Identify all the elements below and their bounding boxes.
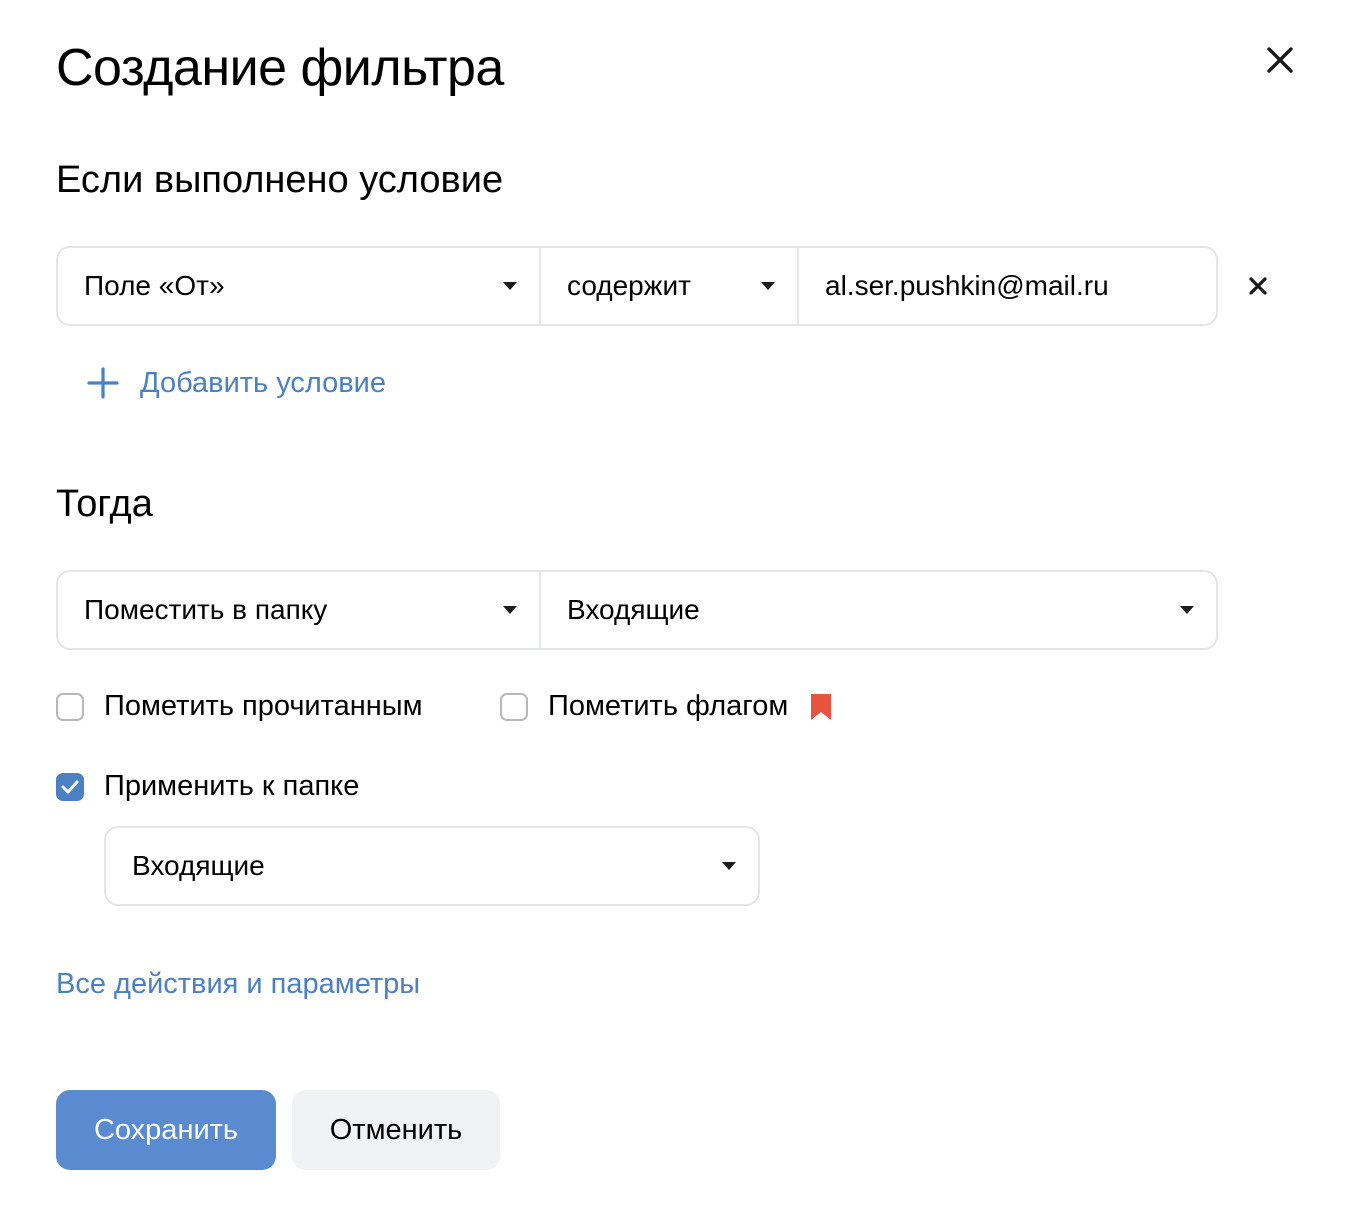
- flag-icon: [811, 693, 832, 720]
- flag-checkbox[interactable]: Пометить флагом: [500, 690, 832, 723]
- checkbox-box[interactable]: [500, 692, 528, 721]
- add-condition-label: Добавить условие: [140, 366, 387, 399]
- flag-label: Пометить флагом: [548, 690, 789, 722]
- condition-value-input[interactable]: [825, 270, 1194, 302]
- condition-operator-label: содержит: [567, 270, 691, 301]
- checkbox-box[interactable]: [56, 772, 84, 801]
- chevron-down-icon: [503, 606, 517, 614]
- chevron-down-icon: [761, 282, 775, 290]
- action-type-label: Поместить в папку: [84, 594, 328, 625]
- close-icon: [1249, 277, 1267, 295]
- apply-to-folder-label: Применить к папке: [104, 770, 360, 802]
- close-icon: [1267, 47, 1293, 73]
- action-folder-select[interactable]: Входящие: [539, 572, 1216, 648]
- condition-value-cell: [797, 248, 1216, 324]
- checkmark-icon: [61, 780, 79, 793]
- action-row: Поместить в папку Входящие: [56, 570, 1218, 650]
- add-condition-button[interactable]: Добавить условие: [86, 366, 386, 400]
- remove-condition-button[interactable]: [1240, 268, 1276, 304]
- chevron-down-icon: [1180, 606, 1194, 614]
- dialog-title: Создание фильтра: [56, 39, 504, 97]
- close-dialog-button[interactable]: [1258, 38, 1302, 82]
- condition-operator-select[interactable]: содержит: [539, 248, 797, 324]
- action-heading: Тогда: [56, 483, 153, 525]
- condition-row: Поле «От» содержит: [56, 246, 1218, 326]
- checkbox-box[interactable]: [56, 692, 84, 721]
- save-button[interactable]: Сохранить: [56, 1090, 276, 1170]
- action-folder-label: Входящие: [567, 594, 700, 625]
- condition-heading: Если выполнено условие: [56, 159, 504, 201]
- plus-icon: [87, 367, 119, 399]
- mark-read-label: Пометить прочитанным: [104, 690, 423, 722]
- all-actions-link[interactable]: Все действия и параметры: [56, 968, 420, 1001]
- condition-field-select[interactable]: Поле «От»: [58, 248, 539, 324]
- action-type-select[interactable]: Поместить в папку: [58, 572, 539, 648]
- apply-folder-label: Входящие: [132, 850, 265, 881]
- chevron-down-icon: [503, 282, 517, 290]
- apply-to-folder-checkbox[interactable]: Применить к папке: [56, 770, 359, 803]
- apply-folder-row: Входящие: [104, 826, 760, 906]
- condition-field-label: Поле «От»: [84, 270, 225, 301]
- cancel-button[interactable]: Отменить: [292, 1090, 500, 1170]
- apply-folder-select[interactable]: Входящие: [106, 828, 758, 904]
- chevron-down-icon: [722, 862, 736, 870]
- mark-read-checkbox[interactable]: Пометить прочитанным: [56, 690, 423, 723]
